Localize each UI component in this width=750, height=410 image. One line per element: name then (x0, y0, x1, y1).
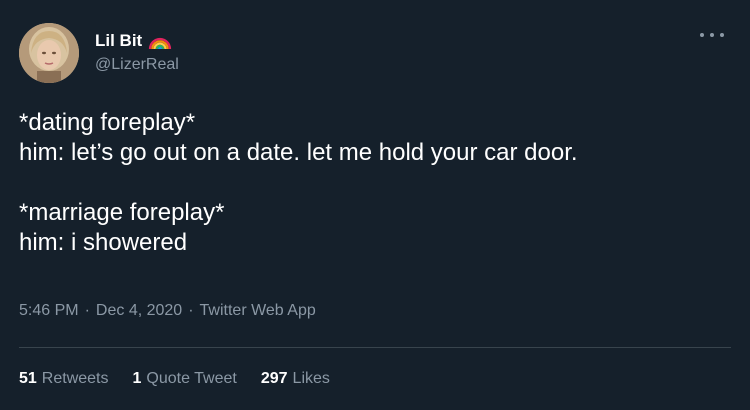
likes-label: Likes (292, 370, 330, 387)
tweet-time[interactable]: 5:46 PM (19, 302, 79, 319)
tweet-text: *dating foreplay* him: let’s go out on a… (19, 108, 729, 258)
engagement-stats: 51 Retweets 1 Quote Tweet 297 Likes (19, 370, 330, 388)
author-name-row: Lil Bit (95, 31, 172, 51)
tweet-line: *dating foreplay* (19, 109, 196, 136)
more-horizontal-icon[interactable] (700, 30, 724, 40)
avatar[interactable] (19, 23, 79, 83)
meta-separator: · (188, 302, 194, 319)
divider (19, 347, 731, 348)
quote-tweets-count: 1 (132, 370, 142, 387)
tweet-source[interactable]: Twitter Web App (200, 302, 316, 319)
display-name[interactable]: Lil Bit (95, 31, 142, 51)
tweet-line: *marriage foreplay* (19, 199, 225, 226)
likes-count: 297 (260, 370, 288, 387)
dot (710, 33, 714, 37)
likes-stat[interactable]: 297 Likes (261, 370, 330, 388)
tweet-card: Lil Bit @LizerReal *dating foreplay* him… (0, 0, 750, 410)
tweet-line: him: i showered (19, 229, 188, 256)
meta-separator: · (84, 302, 90, 319)
tweet-meta: 5:46 PM · Dec 4, 2020 · Twitter Web App (19, 302, 316, 320)
retweets-label: Retweets (41, 370, 109, 387)
profile-photo-icon (19, 23, 79, 83)
retweets-count: 51 (19, 370, 37, 387)
quote-tweets-label: Quote Tweet (146, 370, 237, 387)
retweets-stat[interactable]: 51 Retweets (19, 370, 109, 388)
dot (700, 33, 704, 37)
quote-tweets-stat[interactable]: 1 Quote Tweet (133, 370, 237, 388)
tweet-line: him: let’s go out on a date. let me hold… (19, 139, 578, 166)
tweet-date[interactable]: Dec 4, 2020 (96, 302, 182, 319)
author-handle[interactable]: @LizerReal (95, 56, 179, 74)
rainbow-icon (149, 37, 172, 50)
dot (720, 33, 724, 37)
